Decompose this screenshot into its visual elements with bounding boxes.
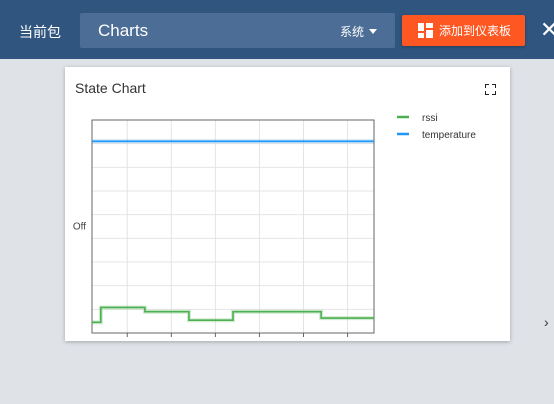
system-select[interactable]: 系统 xyxy=(340,23,377,40)
state-chart-card: State Chart 12:08:1012:08:2012:08:3012:0… xyxy=(65,67,510,341)
legend-label-temperature: temperature xyxy=(422,130,476,141)
add-to-dashboard-button[interactable]: 添加到仪表板 xyxy=(402,15,525,46)
current-package-label: 当前包 xyxy=(19,24,61,40)
add-to-dashboard-label: 添加到仪表板 xyxy=(439,24,512,38)
x-tick-label: 12:08:20 xyxy=(152,340,191,341)
y-tick-label: Off xyxy=(73,222,86,233)
page-title: Charts xyxy=(98,21,149,40)
dashboard-icon xyxy=(418,23,433,38)
x-tick-label: 12:08:50 xyxy=(284,340,323,341)
x-tick-label: 12:09:00 xyxy=(328,340,367,341)
top-bar: 当前包 Charts 系统 添加到仪表板 ✕ xyxy=(0,0,554,59)
state-chart: 12:08:10 12:08:20 12:08:30 12:08:40 12:08:50… xyxy=(73,113,477,341)
chart-title-field[interactable]: Charts 系统 xyxy=(80,13,395,48)
plot-frame xyxy=(91,119,375,334)
close-icon[interactable]: ✕ xyxy=(540,18,554,42)
next-arrow-icon[interactable]: › xyxy=(544,314,549,330)
legend-label-rssi: rssi xyxy=(422,113,438,124)
system-select-label: 系统 xyxy=(339,25,364,39)
x-tick-label: 12:08:30 xyxy=(196,340,235,341)
x-tick-label: 12:08:10 xyxy=(108,340,147,341)
x-tick-label: 12:08:40 xyxy=(240,340,279,341)
caret-down-icon xyxy=(369,29,377,34)
